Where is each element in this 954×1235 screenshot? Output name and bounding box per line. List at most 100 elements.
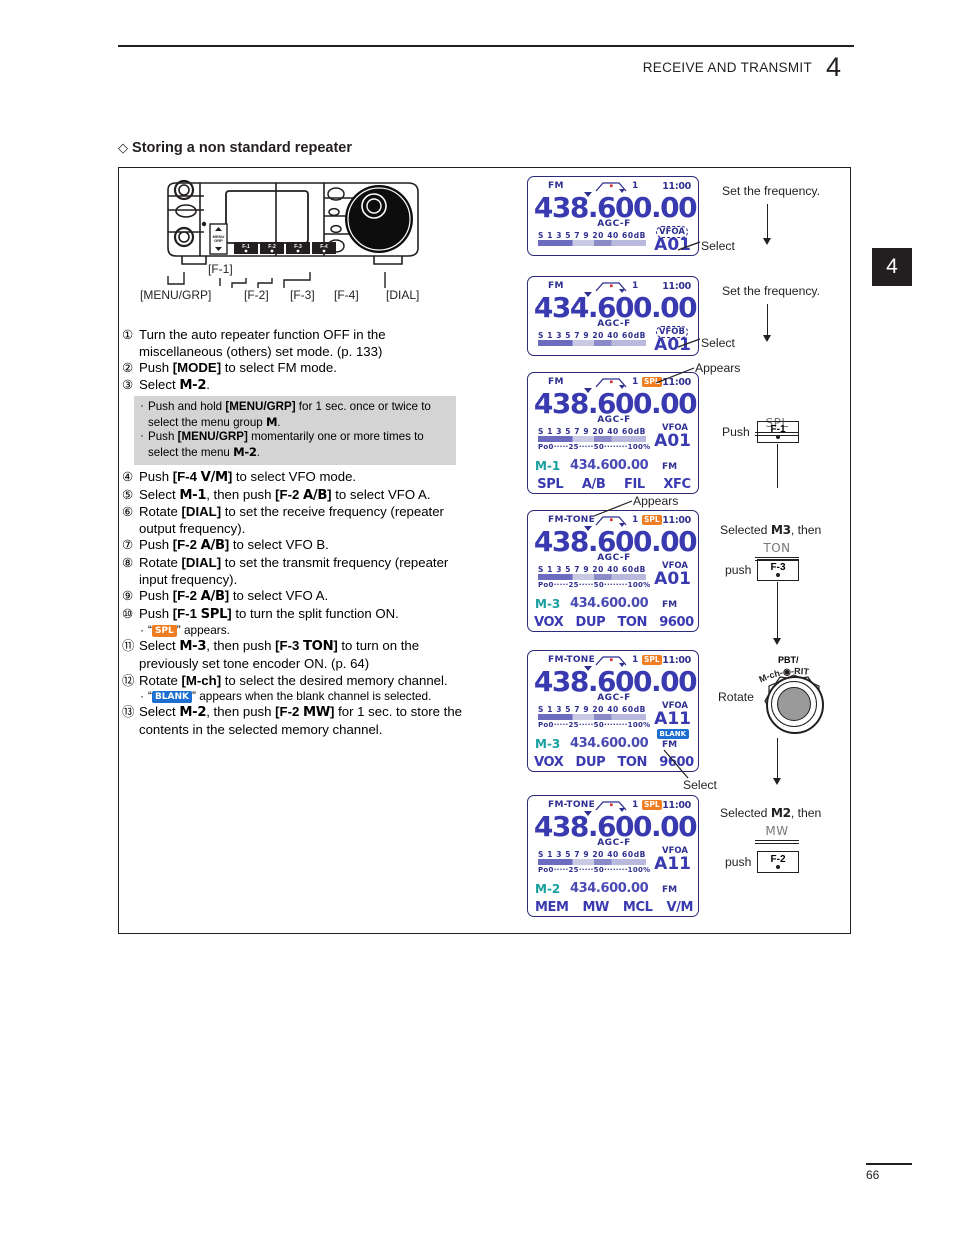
lcd-sub-frequency: 434.600.00	[570, 458, 649, 473]
lcd-filter-number: 1	[632, 377, 639, 387]
header-chapter-number: 4	[826, 52, 842, 82]
instruction-step-text: Push [F-2 A/B] to select VFO B.	[139, 537, 329, 554]
instruction-step: ④ Push [F-4 V/M] to select VFO mode.	[122, 469, 472, 487]
instruction-step-number: ⑥	[122, 505, 134, 520]
leader-select-1	[677, 241, 701, 251]
fkey-dot-icon	[776, 865, 780, 869]
lcd-softkey[interactable]: A/B	[582, 477, 606, 492]
lcd-spl-badge: SPL	[642, 515, 662, 525]
lcd-softkey[interactable]: XFC	[663, 477, 691, 492]
lcd-spl-badge: SPL	[642, 655, 662, 665]
lcd-softkey[interactable]: DUP	[576, 615, 606, 630]
sub-note-spl: · “SPL” appears.	[122, 623, 472, 638]
page-number: 66	[866, 1168, 880, 1182]
lcd-softkey[interactable]: VOX	[534, 615, 564, 630]
lcd-softkey[interactable]: TON	[617, 615, 647, 630]
lcd-power-scale: Po0·····25·····50········100%	[538, 866, 651, 874]
flow-arrow-4-line	[777, 582, 779, 640]
instruction-step: ① Turn the auto repeater function OFF in …	[122, 327, 472, 360]
fkey-f3-label: F-3	[770, 562, 786, 573]
flow-arrow-2-head	[763, 335, 771, 342]
lcd-sub-mode: FM	[662, 462, 678, 472]
lcd-display-4: FM-TONE 1 SPL 11:00 438.600.00 AGC-F S 1 3 5 7…	[527, 510, 699, 632]
anno-push-1: Push	[722, 425, 750, 439]
instruction-step-text: Select M-2, then push [F-2 MW] for 1 sec…	[139, 704, 462, 737]
anno-push-2: push	[725, 563, 752, 577]
lcd-smeter-bar	[538, 859, 646, 865]
lcd-softkey[interactable]: TON	[617, 755, 647, 770]
note-line: · Push and hold [MENU/GRP] for 1 sec. onc…	[140, 399, 450, 430]
bullet-icon: ·	[140, 399, 144, 413]
instruction-step: ⑪ Select M-3, then push [F-3 TON] to turn…	[122, 638, 472, 672]
lcd-memory-channel: A11	[654, 854, 691, 874]
sub-note-blank-text: “BLANK” appears when the blank channel i…	[148, 689, 432, 704]
flow-arrow-5-head	[773, 778, 781, 785]
lcd-display-1: FM 1 11:00 438.600.00 AGC-F S 1 3 5 7 9 20 40…	[527, 176, 699, 256]
fkey-f2-button[interactable]: F-2	[757, 851, 799, 873]
fkey-underline-mw	[755, 840, 799, 844]
instruction-step-number: ④	[122, 470, 134, 484]
lcd-softkey[interactable]: SPL	[537, 477, 563, 492]
fkey-f3-button[interactable]: F-3	[757, 559, 799, 581]
lcd-mode-indicator: FM	[548, 377, 564, 387]
lcd-softkey[interactable]: FIL	[624, 477, 645, 492]
flow-arrow-1-line	[767, 204, 769, 240]
lcd-menu-group-id: M-1	[535, 459, 561, 473]
sub-note-blank: · “BLANK” appears when the blank channel …	[122, 689, 472, 704]
flow-arrow-1-head	[763, 238, 771, 245]
instruction-step-text: Push [F-2 A/B] to select VFO A.	[139, 588, 329, 605]
callout-dial: [DIAL]	[386, 288, 420, 302]
instruction-step-text: Select M-3, then push [F-3 TON] to turn …	[139, 638, 420, 671]
lcd-softkey[interactable]: VOX	[534, 755, 564, 770]
lcd-softkey[interactable]: V/M	[666, 900, 693, 915]
instruction-step-text: Push [F-4 V/M] to select VFO mode.	[139, 469, 357, 485]
lcd-memory-channel: A01	[654, 569, 691, 589]
anno-appears-2: Appears	[633, 494, 679, 508]
flow-arrow-3-line	[777, 444, 779, 488]
lcd-softkey[interactable]: MCL	[623, 900, 653, 915]
note-line-text: Push and hold [MENU/GRP] for 1 sec. once…	[148, 400, 431, 429]
lcd-softkey[interactable]: 9600	[659, 615, 694, 630]
instruction-step-number: ⑫	[122, 673, 135, 688]
anno-set-frequency-1: Set the frequency.	[722, 184, 821, 198]
leader-select-2	[677, 338, 701, 348]
instruction-step: ③ Select M-2.	[122, 377, 472, 395]
lcd-filter-number: 1	[632, 800, 639, 810]
fkey-f1-label: F-1	[770, 424, 786, 435]
lcd-softkey[interactable]: MW	[582, 900, 609, 915]
instruction-step: ⑩ Push [F-1 SPL] to turn the split functi…	[122, 606, 472, 624]
anno-selected-m3: Selected M3, then	[720, 523, 822, 537]
instruction-step-text: Select M-1, then push [F-2 A/B] to selec…	[139, 486, 431, 503]
sub-note-spl-text: “SPL” appears.	[148, 623, 230, 638]
lcd-blank-badge: BLANK	[656, 729, 689, 739]
lcd-filter-number: 1	[632, 281, 639, 291]
lcd-filter-number: 1	[632, 181, 639, 191]
chapter-tab-marker: 4	[872, 248, 912, 286]
lcd-filter-number: 1	[632, 655, 639, 665]
callout-f2: [F-2]	[244, 288, 269, 302]
instruction-step-number: ⑪	[122, 639, 135, 654]
bullet-icon: ·	[140, 689, 144, 704]
section-heading-text: Storing a non standard repeater	[132, 140, 352, 156]
callout-f3: [F-3]	[290, 288, 315, 302]
fkey-f1-button[interactable]: F-1	[757, 421, 799, 443]
instruction-step: ② Push [MODE] to select FM mode.	[122, 360, 472, 377]
anno-appears-1: Appears	[695, 361, 741, 375]
mch-knob[interactable]	[762, 672, 826, 736]
note-line-text: Push [MENU/GRP] momentarily one or more …	[148, 430, 424, 459]
lcd-smeter-bar	[538, 340, 646, 346]
lcd-menu-group-id: M-2	[535, 882, 561, 896]
anno-push-3: push	[725, 855, 752, 869]
instruction-step-number: ⑦	[122, 538, 134, 553]
flow-arrow-4-head	[773, 638, 781, 645]
lcd-mode-indicator: FM-TONE	[548, 655, 596, 665]
radio-callouts: [F-1] [MENU/GRP] [F-2] [F-3] [F-4] [DIAL…	[140, 262, 440, 312]
lcd-softkey[interactable]: DUP	[576, 755, 606, 770]
lcd-smeter-bar	[538, 714, 646, 720]
diamond-icon: ◇	[118, 140, 128, 155]
lcd-memory-channel: A11	[654, 709, 691, 729]
instruction-step-text: Rotate [DIAL] to set the receive frequen…	[139, 504, 444, 536]
bullet-icon: ·	[140, 429, 144, 443]
lcd-softkey[interactable]: MEM	[535, 900, 569, 915]
leader-select-3	[663, 749, 689, 779]
